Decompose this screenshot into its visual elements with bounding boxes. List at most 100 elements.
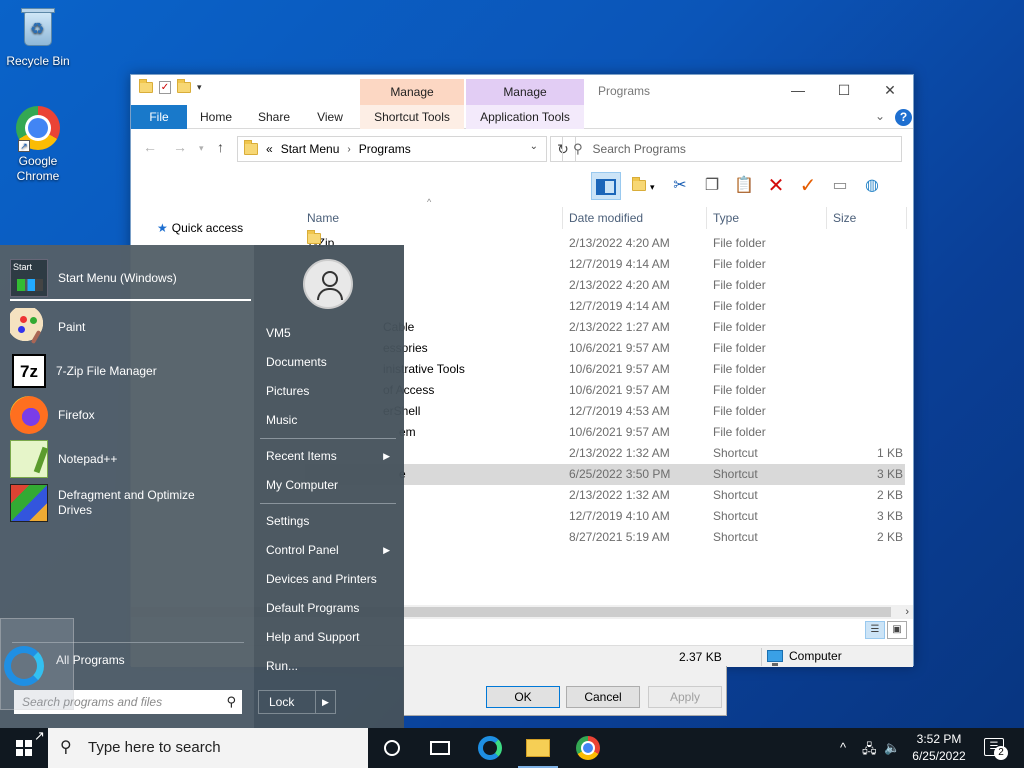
apply-button[interactable]: Apply xyxy=(648,686,722,708)
7zip-icon: 7z xyxy=(12,354,46,388)
start-right-recent-items[interactable]: Recent Items ▶ xyxy=(266,446,396,466)
start-right-music[interactable]: Music xyxy=(266,410,396,430)
globe-button[interactable]: ◍ xyxy=(857,172,887,200)
start-right-run[interactable]: Run... xyxy=(266,656,396,676)
back-arrow-icon[interactable]: ← xyxy=(143,139,157,155)
new-folder-icon[interactable] xyxy=(177,79,191,93)
column-type[interactable]: Type xyxy=(713,207,827,229)
start-right-pictures[interactable]: Pictures xyxy=(266,381,396,401)
folder-icon xyxy=(244,140,258,155)
user-avatar[interactable] xyxy=(303,259,353,309)
column-name[interactable]: Name xyxy=(307,207,563,229)
delete-button[interactable]: ✕ xyxy=(761,172,791,200)
start-item-7zip[interactable]: 7z 7-Zip File Manager xyxy=(10,350,157,392)
taskbar-file-explorer[interactable] xyxy=(514,732,562,768)
start-item-notepadpp[interactable]: Notepad++ xyxy=(10,438,117,480)
new-folder-button[interactable]: ▾ xyxy=(623,172,663,200)
file-type: File folder xyxy=(713,236,766,250)
file-type: Shortcut xyxy=(713,509,758,523)
maximize-button[interactable]: ☐ xyxy=(821,79,867,101)
lock-options-arrow-icon[interactable]: ▶ xyxy=(315,691,335,713)
start-menu-icon: Start xyxy=(10,259,48,297)
cancel-button[interactable]: Cancel xyxy=(566,686,640,708)
taskbar-edge[interactable] xyxy=(466,732,514,764)
large-icons-view-button[interactable]: ▣ xyxy=(887,621,907,639)
minimize-button[interactable]: — xyxy=(775,79,821,101)
properties-icon[interactable]: ✓ xyxy=(159,81,171,94)
show-hidden-icons-button[interactable]: ^ xyxy=(840,740,846,755)
details-view-button[interactable]: ☰ xyxy=(865,621,885,639)
file-date: 10/6/2021 9:57 AM xyxy=(569,383,670,397)
breadcrumb-programs[interactable]: Programs xyxy=(359,142,411,156)
start-right-control-panel[interactable]: Control Panel ▶ xyxy=(266,540,396,560)
edge-icon xyxy=(478,736,502,760)
properties-button[interactable]: ▭ xyxy=(825,172,855,200)
task-view-button[interactable] xyxy=(416,732,464,764)
copy-button[interactable]: ❐ xyxy=(697,172,727,200)
column-date-modified[interactable]: Date modified xyxy=(569,207,707,229)
tab-view[interactable]: View xyxy=(309,105,351,129)
forward-arrow-icon[interactable]: → xyxy=(173,139,187,155)
network-icon[interactable]: 🖧 xyxy=(862,740,877,762)
clock-date: 6/25/2022 xyxy=(912,749,966,763)
rename-button[interactable]: ✓ xyxy=(793,172,823,200)
tab-application-tools[interactable]: Application Tools xyxy=(466,105,584,129)
file-date: 10/6/2021 9:57 AM xyxy=(569,362,670,376)
tab-share[interactable]: Share xyxy=(251,105,297,129)
start-item-defrag[interactable]: Defragment and Optimize Drives xyxy=(10,482,208,524)
paste-button[interactable]: 📋 xyxy=(729,172,759,200)
clock[interactable]: 3:52 PM 6/25/2022 xyxy=(904,731,974,765)
scroll-right-icon[interactable]: › xyxy=(905,605,909,619)
navigation-row: ← → ▾ ↑ « Start Menu › Programs ⌄ ↻ ⚲ Se… xyxy=(131,131,913,165)
start-item-firefox[interactable]: Firefox xyxy=(10,394,95,436)
start-right-my-computer[interactable]: My Computer xyxy=(266,475,396,495)
lock-button[interactable]: Lock ▶ xyxy=(258,690,336,714)
start-right-default-programs[interactable]: Default Programs xyxy=(266,598,396,618)
properties-dialog: OK Cancel Apply xyxy=(403,666,727,716)
address-dropdown-icon[interactable]: ⌄ xyxy=(530,141,538,152)
breadcrumb-start-menu[interactable]: Start Menu xyxy=(281,142,340,156)
taskbar: ⚲ Type here to search ^ 🖧 🔈 3:52 PM 6/25… xyxy=(0,728,1024,768)
start-right-settings[interactable]: Settings xyxy=(266,511,396,531)
breadcrumb-overflow[interactable]: « xyxy=(266,142,273,156)
start-right-user[interactable]: VM5 xyxy=(266,323,396,343)
search-icon[interactable]: ⚲ xyxy=(226,690,236,714)
start-right-devices-printers[interactable]: Devices and Printers xyxy=(266,569,396,589)
tab-file[interactable]: File xyxy=(131,105,187,129)
submenu-arrow-icon: ▶ xyxy=(383,451,390,461)
start-right-help-support[interactable]: Help and Support xyxy=(266,627,396,647)
volume-icon[interactable]: 🔈 xyxy=(884,740,900,756)
address-bar[interactable]: « Start Menu › Programs ⌄ xyxy=(237,136,547,162)
cut-button[interactable]: ✂ xyxy=(665,172,695,200)
cortana-button[interactable] xyxy=(368,732,416,764)
search-input[interactable]: ⚲ Search Programs xyxy=(562,136,902,162)
computer-icon xyxy=(767,650,783,666)
folder-icon[interactable] xyxy=(139,79,153,93)
column-size[interactable]: Size xyxy=(833,207,907,229)
recent-locations-icon[interactable]: ▾ xyxy=(199,143,204,154)
tab-home[interactable]: Home xyxy=(191,105,241,129)
taskbar-search-input[interactable]: ⚲ Type here to search xyxy=(48,728,368,768)
nav-quick-access[interactable]: ★ Quick access xyxy=(157,221,243,235)
qat-dropdown-icon[interactable]: ▾ xyxy=(197,82,202,93)
chrome-desktop-icon[interactable]: ↗ Google Chrome xyxy=(0,106,76,184)
ribbon-expand-icon[interactable]: ⌄ xyxy=(875,109,885,123)
file-type: Shortcut xyxy=(713,530,758,544)
file-type: File folder xyxy=(713,299,766,313)
notification-count-badge: 2 xyxy=(994,746,1008,760)
start-item-start-menu[interactable]: Start Start Menu (Windows) xyxy=(10,257,177,299)
help-icon[interactable]: ? xyxy=(895,109,912,126)
start-right-documents[interactable]: Documents xyxy=(266,352,396,372)
search-icon: ⚲ xyxy=(573,141,583,156)
up-arrow-icon[interactable]: ↑ xyxy=(217,139,224,155)
preview-pane-button[interactable] xyxy=(591,172,621,200)
taskbar-chrome[interactable] xyxy=(564,732,612,764)
file-date: 10/6/2021 9:57 AM xyxy=(569,341,670,355)
recycle-bin-desktop-icon[interactable]: ♻ Recycle Bin xyxy=(0,6,76,69)
close-button[interactable]: ✕ xyxy=(867,79,913,101)
breadcrumb-separator-icon[interactable]: › xyxy=(347,144,350,155)
tab-shortcut-tools[interactable]: Shortcut Tools xyxy=(360,105,464,129)
file-type: Shortcut xyxy=(713,467,758,481)
start-item-paint[interactable]: Paint xyxy=(10,306,85,348)
ok-button[interactable]: OK xyxy=(486,686,560,708)
